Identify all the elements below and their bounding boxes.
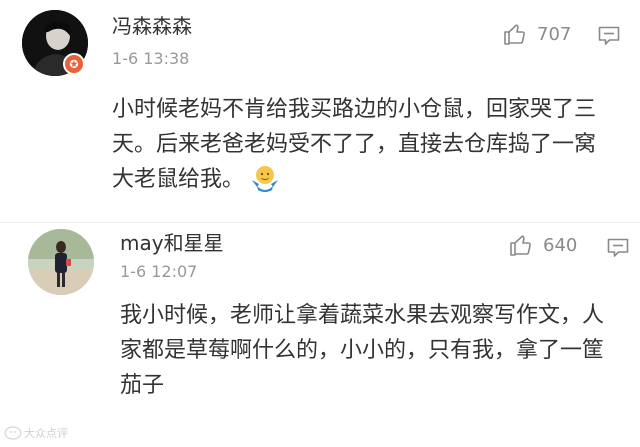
- reply-button[interactable]: [607, 238, 629, 262]
- like-icon: [510, 235, 531, 256]
- watermark-logo-icon: [4, 426, 22, 440]
- comment-text: 小时候老妈不肯给我买路边的小仓鼠，回家哭了三天。后来老爸老妈受不了了，直接去仓库…: [112, 92, 612, 203]
- like-count: 707: [537, 23, 572, 45]
- verified-badge-icon: ✪: [63, 53, 85, 75]
- username[interactable]: may和星星: [120, 227, 224, 256]
- timestamp: 1-6 13:38: [112, 49, 190, 68]
- watermark: 大众点评: [4, 425, 68, 441]
- shrug-emoji-icon: [250, 164, 280, 203]
- reply-icon: [598, 26, 620, 45]
- username[interactable]: 冯森森森: [112, 10, 192, 39]
- comment-item: ✪ 冯森森森 1-6 13:38 707 小时候老妈不肯给我买路边的小仓鼠，回家…: [0, 0, 640, 222]
- comment-item: may和星星 1-6 12:07 640 我小时候，老师让拿着蔬菜水果去观察写作…: [0, 223, 640, 447]
- avatar[interactable]: [28, 229, 94, 295]
- reply-icon: [607, 238, 629, 257]
- reply-button[interactable]: [598, 26, 620, 50]
- like-button[interactable]: 640: [509, 233, 577, 257]
- like-count: 640: [543, 234, 578, 256]
- comment-text: 我小时候，老师让拿着蔬菜水果去观察写作文，人家都是草莓啊什么的，小小的，只有我，…: [120, 303, 605, 398]
- like-button[interactable]: 707: [503, 22, 571, 46]
- like-icon: [504, 24, 525, 45]
- timestamp: 1-6 12:07: [120, 262, 198, 281]
- comment-text-body: 小时候老妈不肯给我买路边的小仓鼠，回家哭了三天。后来老爸老妈受不了了，直接去仓库…: [112, 97, 597, 192]
- watermark-text: 大众点评: [24, 427, 68, 440]
